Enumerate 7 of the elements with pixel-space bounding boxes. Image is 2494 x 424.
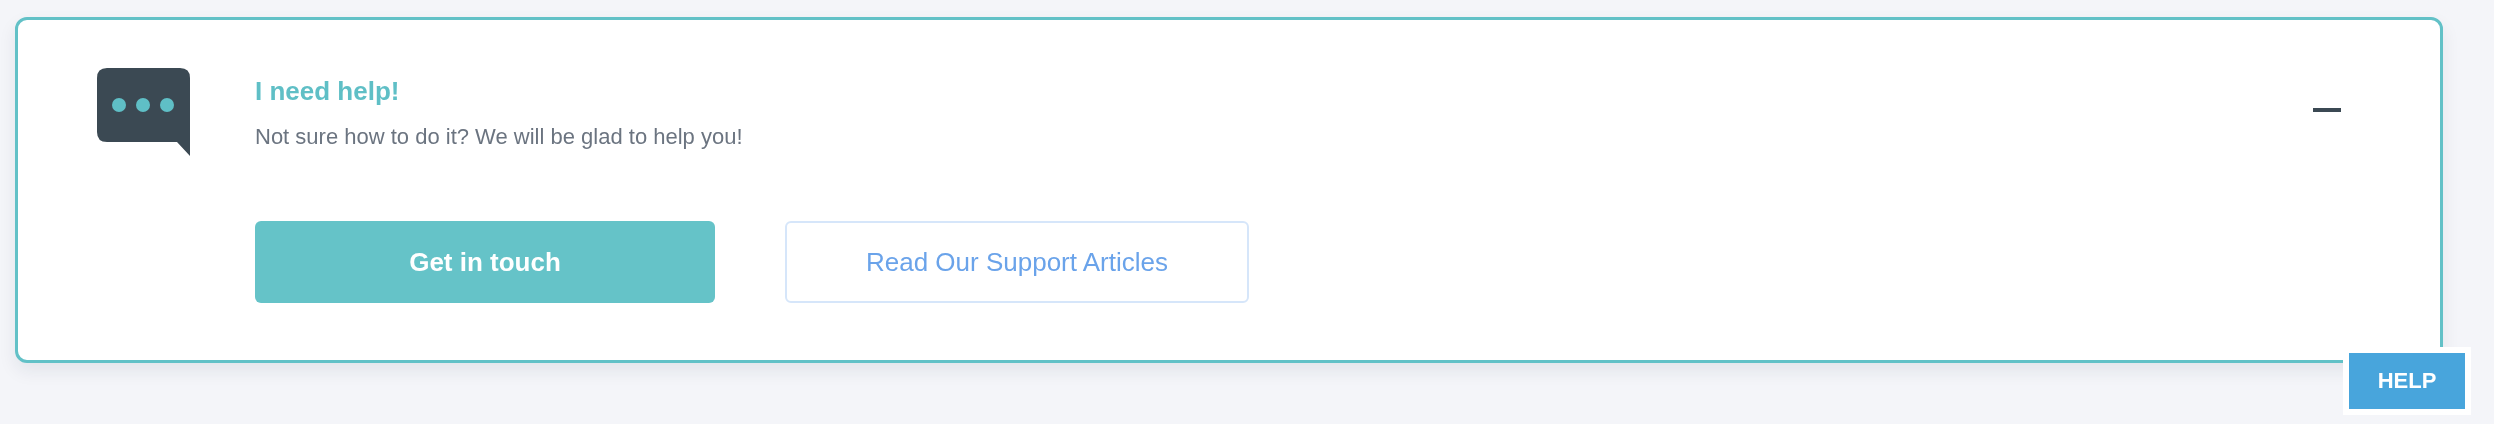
panel-title: I need help!	[255, 75, 401, 107]
minus-icon	[2313, 108, 2341, 112]
help-tab[interactable]: HELP	[2343, 347, 2471, 415]
get-in-touch-button[interactable]: Get in touch	[255, 221, 715, 303]
chat-bubble-icon	[97, 68, 190, 156]
panel-subtitle: Not sure how to do it? We will be glad to help you!	[255, 123, 744, 151]
support-articles-button[interactable]: Read Our Support Articles	[785, 221, 1249, 303]
